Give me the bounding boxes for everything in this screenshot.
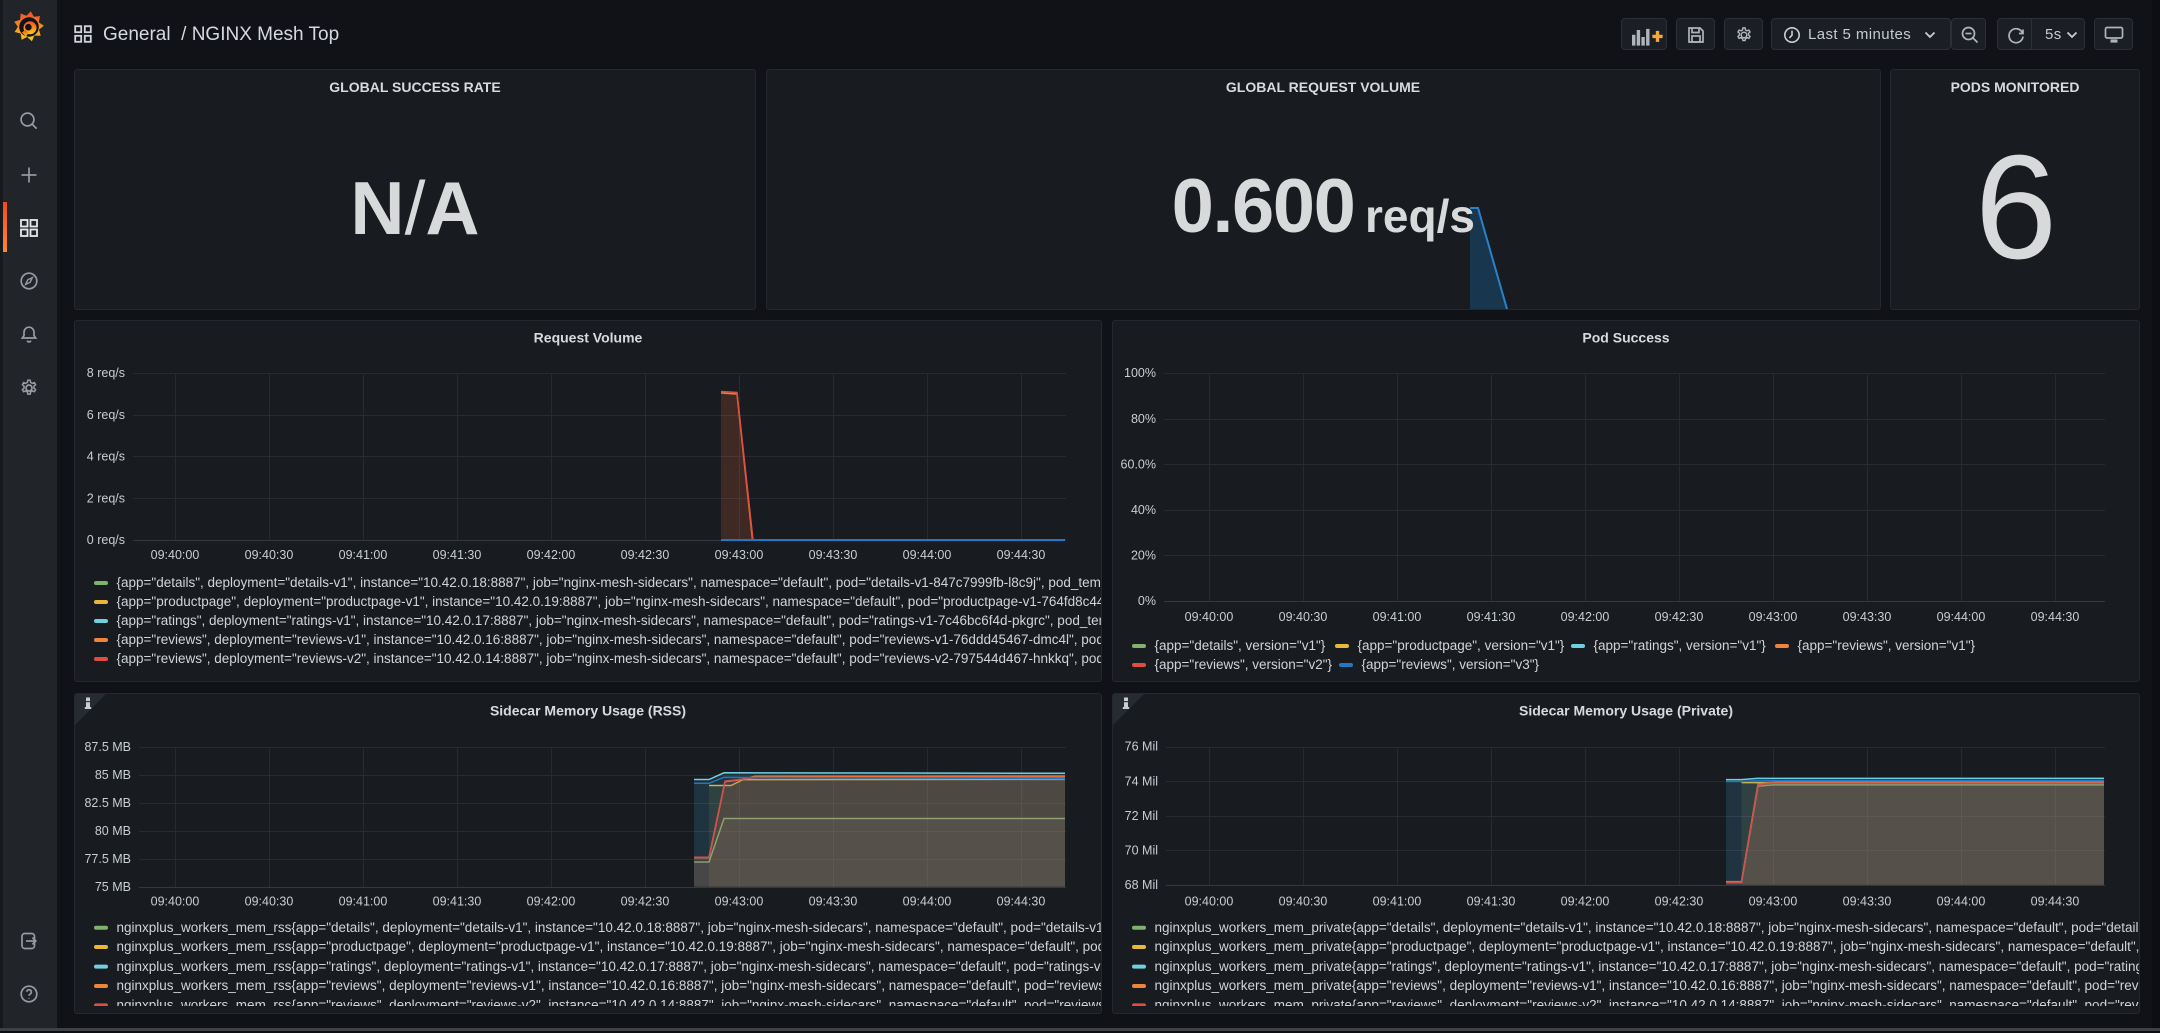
svg-text:09:42:30: 09:42:30 <box>621 548 670 562</box>
svg-text:09:42:00: 09:42:00 <box>527 548 576 562</box>
svg-text:09:42:00: 09:42:00 <box>1561 610 1610 624</box>
svg-text:40%: 40% <box>1131 503 1156 517</box>
svg-text:{app="productpage", deployment: {app="productpage", deployment="productp… <box>117 594 1103 609</box>
svg-text:09:43:30: 09:43:30 <box>809 895 858 909</box>
svg-text:{app="reviews", version="v1"}: {app="reviews", version="v1"} <box>1798 638 1976 653</box>
svg-text:{app="ratings", version="v1"}: {app="ratings", version="v1"} <box>1594 638 1767 653</box>
svg-text:76 Mil: 76 Mil <box>1125 740 1158 754</box>
svg-text:nginxplus_workers_mem_rss{app=: nginxplus_workers_mem_rss{app="productpa… <box>117 939 1103 954</box>
svg-text:nginxplus_workers_mem_rss{app=: nginxplus_workers_mem_rss{app="details",… <box>117 920 1103 935</box>
svg-text:{app="ratings", deployment="ra: {app="ratings", deployment="ratings-v1",… <box>117 613 1103 628</box>
svg-text:100%: 100% <box>1124 366 1156 380</box>
svg-text:09:44:00: 09:44:00 <box>903 895 952 909</box>
svg-text:09:40:00: 09:40:00 <box>1185 610 1234 624</box>
svg-text:09:44:30: 09:44:30 <box>997 895 1046 909</box>
svg-text:Sidecar Memory Usage (RSS): Sidecar Memory Usage (RSS) <box>490 703 686 719</box>
svg-text:Pod Success: Pod Success <box>1582 330 1669 346</box>
svg-text:77.5 MB: 77.5 MB <box>84 852 131 866</box>
svg-text:0 req/s: 0 req/s <box>87 533 125 547</box>
svg-text:GLOBAL REQUEST VOLUME: GLOBAL REQUEST VOLUME <box>1226 79 1420 95</box>
svg-text:09:43:30: 09:43:30 <box>1843 895 1892 909</box>
svg-text:N/A: N/A <box>350 166 479 250</box>
svg-text:{app="details", version="v1"}: {app="details", version="v1"} <box>1155 638 1326 653</box>
svg-text:09:44:00: 09:44:00 <box>1937 610 1986 624</box>
svg-text:09:40:30: 09:40:30 <box>245 548 294 562</box>
svg-text:GLOBAL SUCCESS RATE: GLOBAL SUCCESS RATE <box>329 79 500 95</box>
svg-text:09:43:00: 09:43:00 <box>1749 895 1798 909</box>
svg-text:82.5 MB: 82.5 MB <box>84 796 131 810</box>
svg-text:09:42:30: 09:42:30 <box>621 895 670 909</box>
svg-text:09:41:00: 09:41:00 <box>339 548 388 562</box>
svg-text:09:42:00: 09:42:00 <box>527 895 576 909</box>
svg-text:09:43:30: 09:43:30 <box>1843 610 1892 624</box>
svg-text:09:44:30: 09:44:30 <box>2031 895 2080 909</box>
svg-text:nginxplus_workers_mem_private{: nginxplus_workers_mem_private{app="detai… <box>1155 920 2141 935</box>
svg-text:74 Mil: 74 Mil <box>1125 774 1158 788</box>
svg-text:{app="reviews", deployment="re: {app="reviews", deployment="reviews-v1",… <box>117 632 1103 647</box>
svg-text:4 req/s: 4 req/s <box>87 450 125 464</box>
svg-text:09:42:30: 09:42:30 <box>1655 610 1704 624</box>
svg-text:nginxplus_workers_mem_private{: nginxplus_workers_mem_private{app="produ… <box>1155 939 2141 954</box>
svg-text:2 req/s: 2 req/s <box>87 491 125 505</box>
svg-text:09:44:30: 09:44:30 <box>997 548 1046 562</box>
svg-text:09:42:00: 09:42:00 <box>1561 895 1610 909</box>
svg-text:{app="reviews", deployment="re: {app="reviews", deployment="reviews-v2",… <box>117 651 1103 666</box>
svg-text:09:41:00: 09:41:00 <box>339 895 388 909</box>
svg-text:{app="details", deployment="de: {app="details", deployment="details-v1",… <box>117 575 1103 590</box>
svg-text:09:40:00: 09:40:00 <box>1185 895 1234 909</box>
svg-text:80%: 80% <box>1131 412 1156 426</box>
svg-text:09:40:30: 09:40:30 <box>245 895 294 909</box>
svg-text:6 req/s: 6 req/s <box>87 408 125 422</box>
svg-text:75 MB: 75 MB <box>95 880 131 894</box>
svg-text:09:43:00: 09:43:00 <box>715 548 764 562</box>
svg-text:nginxplus_workers_mem_rss{app=: nginxplus_workers_mem_rss{app="ratings",… <box>117 959 1103 974</box>
svg-text:09:43:00: 09:43:00 <box>715 895 764 909</box>
svg-text:09:42:30: 09:42:30 <box>1655 895 1704 909</box>
svg-text:8 req/s: 8 req/s <box>87 366 125 380</box>
svg-text:68 Mil: 68 Mil <box>1125 878 1158 892</box>
svg-text:0%: 0% <box>1138 594 1156 608</box>
svg-text:09:41:30: 09:41:30 <box>1467 610 1516 624</box>
svg-text:6: 6 <box>1975 125 2057 290</box>
svg-text:09:40:30: 09:40:30 <box>1279 895 1328 909</box>
svg-text:Request Volume: Request Volume <box>534 330 643 346</box>
svg-text:{app="reviews", version="v2"}: {app="reviews", version="v2"} <box>1155 657 1333 672</box>
svg-text:09:40:00: 09:40:00 <box>151 895 200 909</box>
svg-text:{app="reviews", version="v3"}: {app="reviews", version="v3"} <box>1362 657 1540 672</box>
svg-text:87.5 MB: 87.5 MB <box>84 740 131 754</box>
svg-text:09:43:30: 09:43:30 <box>809 548 858 562</box>
svg-text:nginxplus_workers_mem_private{: nginxplus_workers_mem_private{app="ratin… <box>1155 959 2141 974</box>
svg-text:09:41:00: 09:41:00 <box>1373 610 1422 624</box>
svg-text:nginxplus_workers_mem_private{: nginxplus_workers_mem_private{app="revie… <box>1155 978 2141 993</box>
svg-text:Sidecar Memory Usage (Private): Sidecar Memory Usage (Private) <box>1519 703 1733 719</box>
svg-text:PODS MONITORED: PODS MONITORED <box>1951 79 2080 95</box>
svg-text:0.600: 0.600 <box>1172 164 1355 249</box>
svg-text:85 MB: 85 MB <box>95 768 131 782</box>
svg-text:09:40:30: 09:40:30 <box>1279 610 1328 624</box>
svg-text:09:40:00: 09:40:00 <box>151 548 200 562</box>
svg-text:70 Mil: 70 Mil <box>1125 844 1158 858</box>
svg-text:09:41:30: 09:41:30 <box>1467 895 1516 909</box>
svg-text:09:41:30: 09:41:30 <box>433 895 482 909</box>
svg-text:{app="productpage", version="v: {app="productpage", version="v1"} <box>1358 638 1565 653</box>
svg-text:09:41:30: 09:41:30 <box>433 548 482 562</box>
svg-text:09:41:00: 09:41:00 <box>1373 895 1422 909</box>
svg-text:80 MB: 80 MB <box>95 824 131 838</box>
svg-text:09:44:30: 09:44:30 <box>2031 610 2080 624</box>
svg-text:09:44:00: 09:44:00 <box>903 548 952 562</box>
svg-text:72 Mil: 72 Mil <box>1125 809 1158 823</box>
svg-text:60.0%: 60.0% <box>1121 457 1156 471</box>
svg-text:09:43:00: 09:43:00 <box>1749 610 1798 624</box>
svg-text:req/s: req/s <box>1365 190 1475 242</box>
svg-text:09:44:00: 09:44:00 <box>1937 895 1986 909</box>
svg-text:20%: 20% <box>1131 549 1156 563</box>
svg-text:nginxplus_workers_mem_rss{app=: nginxplus_workers_mem_rss{app="reviews",… <box>117 978 1103 993</box>
